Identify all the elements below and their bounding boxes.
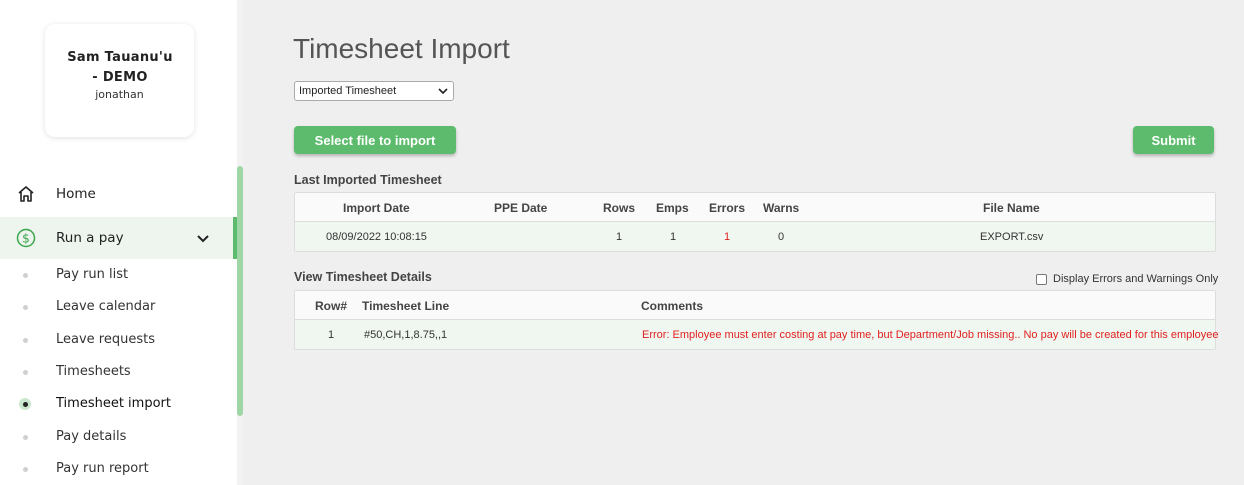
- import-type-value: Imported Timesheet: [299, 85, 397, 97]
- nav-run-a-pay-label: Run a pay: [56, 230, 124, 246]
- home-icon: [16, 184, 36, 204]
- bullet-icon: [23, 305, 28, 310]
- col-timesheet-line: Timesheet Line: [362, 299, 450, 313]
- user-username: jonathan: [95, 88, 144, 101]
- col-emps: Emps: [656, 201, 689, 215]
- cell-file-name: EXPORT.csv: [980, 231, 1044, 243]
- svg-text:$: $: [22, 232, 30, 246]
- table-row[interactable]: 1 #50,CH,1,8.75,,1 Error: Employee must …: [295, 320, 1219, 349]
- col-row-number: Row#: [315, 299, 348, 313]
- sub-item-label: Timesheet import: [56, 396, 171, 411]
- table-header: Import Date PPE Date Rows Emps Errors Wa…: [295, 193, 1215, 222]
- sub-item-leave-calendar[interactable]: Leave calendar: [0, 292, 237, 322]
- col-errors: Errors: [709, 201, 746, 215]
- col-import-date: Import Date: [343, 201, 410, 215]
- bullet-icon: [23, 338, 28, 343]
- col-file-name: File Name: [983, 201, 1040, 215]
- bullet-icon: [23, 467, 28, 472]
- errors-only-checkbox[interactable]: Display Errors and Warnings Only: [1036, 273, 1218, 285]
- col-rows: Rows: [603, 201, 636, 215]
- cell-warns: 0: [778, 231, 785, 243]
- col-comments: Comments: [641, 299, 704, 313]
- sub-item-label: Timesheets: [56, 364, 131, 379]
- nav-home[interactable]: Home: [0, 173, 237, 215]
- last-imported-heading: Last Imported Timesheet: [294, 173, 442, 187]
- page-title: Timesheet Import: [293, 33, 510, 64]
- sub-item-timesheets[interactable]: Timesheets: [0, 357, 237, 387]
- table-header: Row# Timesheet Line Comments: [295, 291, 1215, 320]
- select-file-button[interactable]: Select file to import: [294, 126, 456, 154]
- dollar-icon: $: [16, 228, 36, 248]
- user-name: Sam Tauanu'u - DEMO: [67, 50, 173, 85]
- active-bullet-icon: [19, 398, 31, 410]
- errors-only-label: Display Errors and Warnings Only: [1053, 273, 1219, 285]
- details-heading: View Timesheet Details: [294, 270, 432, 284]
- checkbox-box[interactable]: [1036, 273, 1047, 285]
- col-ppe-date: PPE Date: [494, 201, 548, 215]
- table-row[interactable]: 08/09/2022 10:08:15 1 1 1 0 EXPORT.csv: [295, 222, 1215, 251]
- sub-item-label: Leave requests: [56, 332, 155, 347]
- last-imported-table: Import Date PPE Date Rows Emps Errors Wa…: [294, 192, 1216, 252]
- chevron-down-icon[interactable]: [196, 231, 210, 250]
- sub-item-label: Pay details: [56, 429, 127, 444]
- sub-item-pay-run-list[interactable]: Pay run list: [0, 260, 237, 290]
- cell-comment: Error: Employee must enter costing at pa…: [642, 329, 1219, 341]
- cell-import-date: 08/09/2022 10:08:15: [326, 231, 427, 243]
- sub-item-pay-details[interactable]: Pay details: [0, 422, 237, 452]
- sub-item-label: Leave calendar: [56, 299, 156, 314]
- bullet-icon: [23, 370, 28, 375]
- user-card[interactable]: Sam Tauanu'u - DEMO jonathan: [45, 24, 194, 137]
- sub-item-pay-run-report[interactable]: Pay run report: [0, 454, 237, 484]
- sidebar-scrollbar[interactable]: [237, 166, 243, 416]
- nav-home-label: Home: [56, 186, 96, 202]
- chevron-down-icon: [438, 86, 448, 99]
- details-table: Row# Timesheet Line Comments 1 #50,CH,1,…: [294, 290, 1219, 350]
- cell-emps: 1: [670, 231, 677, 243]
- submit-button[interactable]: Submit: [1133, 126, 1214, 154]
- nav-run-a-pay[interactable]: $ Run a pay: [0, 217, 237, 259]
- cell-timesheet-line: #50,CH,1,8.75,,1: [364, 329, 448, 341]
- col-warns: Warns: [763, 201, 800, 215]
- cell-errors: 1: [724, 231, 731, 243]
- bullet-icon: [23, 273, 28, 278]
- sub-item-label: Pay run list: [56, 267, 129, 282]
- sub-item-timesheet-import[interactable]: Timesheet import: [0, 389, 237, 419]
- sidebar: Sam Tauanu'u - DEMO jonathan Home $ Run …: [0, 0, 243, 485]
- bullet-icon: [23, 435, 28, 440]
- cell-rows: 1: [616, 231, 623, 243]
- import-type-select[interactable]: Imported Timesheet: [294, 81, 454, 101]
- sub-item-label: Pay run report: [56, 461, 149, 476]
- cell-row-number: 1: [328, 329, 335, 341]
- sub-item-leave-requests[interactable]: Leave requests: [0, 325, 237, 355]
